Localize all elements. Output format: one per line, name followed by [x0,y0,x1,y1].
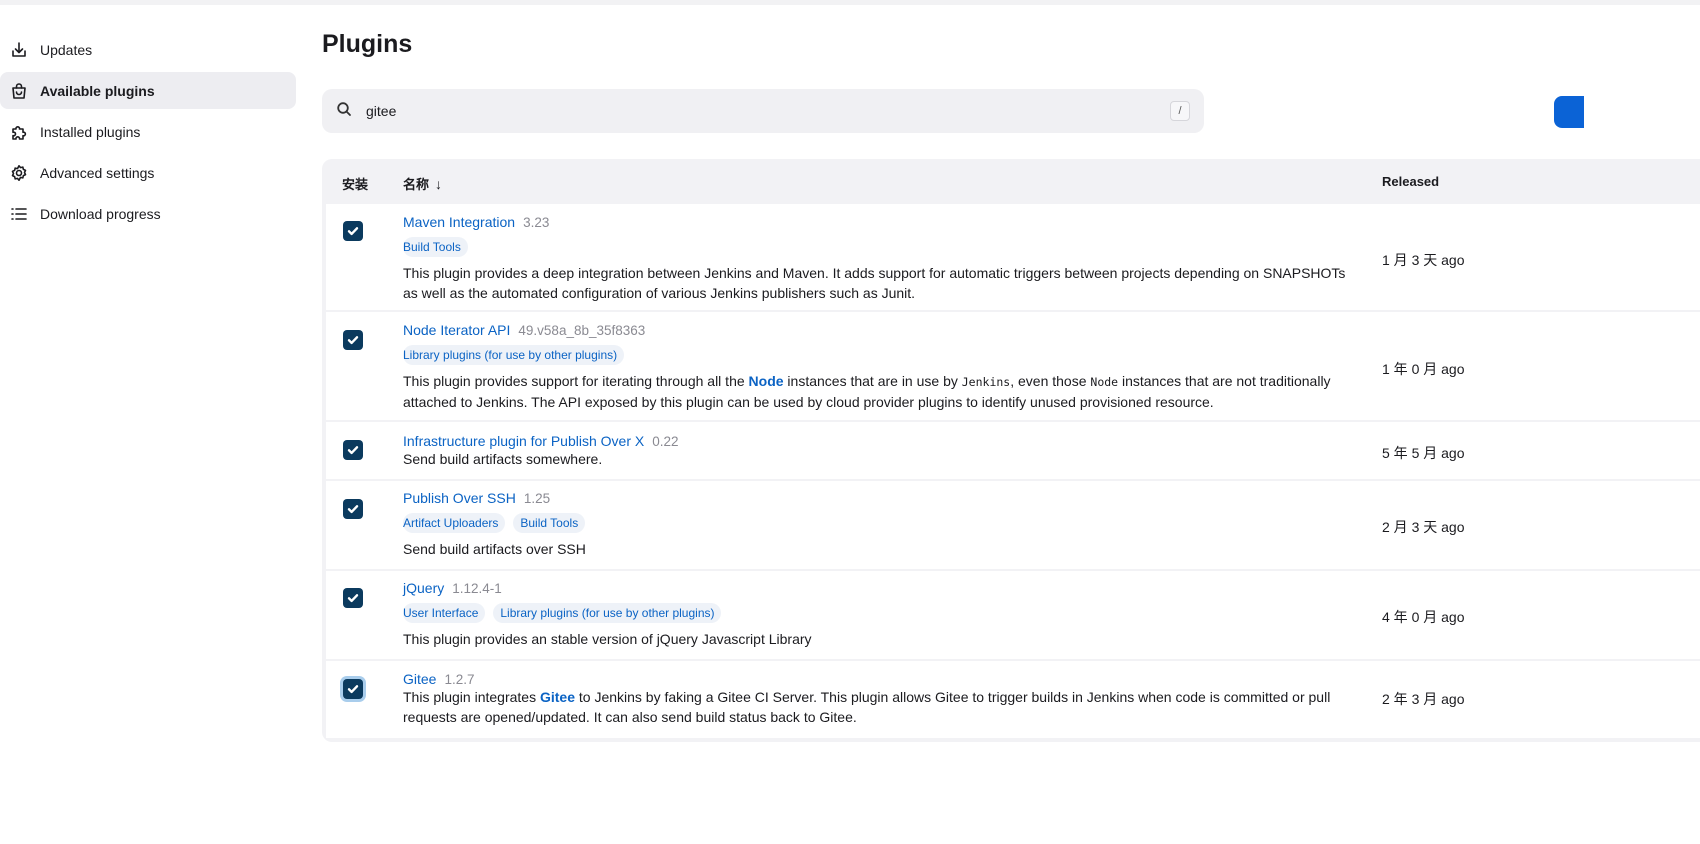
plugin-tag[interactable]: Library plugins (for use by other plugin… [493,603,722,623]
puzzle-icon [10,123,28,141]
plugin-info: Node Iterator API 49.v58a_8b_35f8363 Lib… [403,322,1353,412]
column-header-install: 安装 [342,177,369,192]
table-row: Infrastructure plugin for Publish Over X… [326,422,1700,481]
plugin-version: 49.v58a_8b_35f8363 [518,323,646,338]
sidebar-item-updates[interactable]: Updates [0,31,296,68]
plugin-version: 1.25 [523,491,551,506]
plugin-info: jQuery 1.12.4-1 User Interface Library p… [403,580,1353,649]
plugin-version: 1.2.7 [444,672,475,687]
sidebar-item-advanced-settings[interactable]: Advanced settings [0,154,296,191]
check-icon [347,336,359,345]
gitee-link[interactable]: Gitee [540,689,575,705]
sidebar: Updates Available plugins Installed plug… [0,31,296,236]
released-time: 5 年 5 月 ago [1382,445,1465,461]
shopping-bag-icon [10,82,28,100]
keyboard-shortcut-hint: / [1170,101,1190,121]
plugin-name-link[interactable]: jQuery [403,580,444,596]
plugin-name-link[interactable]: Publish Over SSH [403,490,516,506]
install-checkbox[interactable] [343,221,363,241]
download-icon [10,41,28,59]
sidebar-item-label: Installed plugins [40,123,141,140]
table-header: 安装 名称 ↓ Released [326,159,1700,204]
plugin-tag[interactable]: Library plugins (for use by other plugin… [403,345,625,365]
sidebar-item-installed-plugins[interactable]: Installed plugins [0,113,296,150]
released-time: 2 年 3 月 ago [1382,691,1465,707]
plugin-tag[interactable]: User Interface [403,603,486,623]
plugin-description: This plugin provides an stable version o… [403,631,812,647]
install-checkbox[interactable] [343,499,363,519]
plugin-version: 1.12.4-1 [452,581,502,596]
sidebar-item-download-progress[interactable]: Download progress [0,195,296,232]
check-icon [347,685,359,694]
list-icon [10,205,28,223]
search-icon [336,101,352,122]
plugin-info: Gitee 1.2.7 This plugin integrates Gitee… [403,671,1353,727]
plugin-tag[interactable]: Build Tools [513,513,586,533]
sidebar-item-label: Available plugins [40,82,155,99]
released-time: 1 月 3 天 ago [1382,252,1465,268]
plugin-version: 0.22 [652,434,679,449]
sidebar-item-available-plugins[interactable]: Available plugins [0,72,296,109]
plugin-tag[interactable]: Build Tools [403,237,468,257]
top-bar [0,0,1700,5]
plugin-info: Infrastructure plugin for Publish Over X… [403,433,1353,469]
page-title: Plugins [322,30,413,58]
plugin-description: This plugin provides support for iterati… [403,373,1331,410]
sidebar-item-label: Updates [40,41,93,58]
sort-arrow-icon: ↓ [435,175,443,192]
released-time: 1 年 0 月 ago [1382,361,1465,377]
node-link[interactable]: Node [749,373,784,389]
plugin-name-link[interactable]: Gitee [403,671,436,687]
plugin-description: Send build artifacts over SSH [403,541,586,557]
plugins-table: 安装 名称 ↓ Released Maven Integration 3.23 … [322,159,1700,742]
check-icon [347,505,359,514]
install-checkbox[interactable] [343,588,363,608]
column-header-name-label: 名称 [403,177,430,192]
plugin-info: Publish Over SSH 1.25 Artifact Uploaders… [403,490,1353,559]
plugin-version: 3.23 [523,215,550,230]
gear-icon [10,164,28,182]
table-row: Gitee 1.2.7 This plugin integrates Gitee… [326,661,1700,738]
install-checkbox[interactable] [343,679,363,699]
check-icon [347,594,359,603]
plugin-description: This plugin provides a deep integration … [403,265,1346,301]
plugin-name-link[interactable]: Infrastructure plugin for Publish Over X [403,433,644,449]
table-row: jQuery 1.12.4-1 User Interface Library p… [326,571,1700,661]
search-input[interactable] [366,103,1170,119]
install-checkbox[interactable] [343,330,363,350]
table-row: Node Iterator API 49.v58a_8b_35f8363 Lib… [326,312,1700,422]
check-icon [347,446,359,455]
table-row: Maven Integration 3.23 Build Tools This … [326,204,1700,312]
plugin-description: This plugin integrates Gitee to Jenkins … [403,689,1331,725]
sidebar-item-label: Download progress [40,205,161,222]
plugin-description: Send build artifacts somewhere. [403,451,603,467]
install-button[interactable] [1554,96,1584,128]
install-checkbox[interactable] [343,440,363,460]
check-icon [347,227,359,236]
sidebar-item-label: Advanced settings [40,164,155,181]
column-header-released[interactable]: Released [1382,174,1439,189]
plugin-name-link[interactable]: Node Iterator API [403,322,510,338]
released-time: 4 年 0 月 ago [1382,609,1465,625]
column-header-name[interactable]: 名称 ↓ [403,174,442,193]
table-row: Publish Over SSH 1.25 Artifact Uploaders… [326,481,1700,571]
plugin-info: Maven Integration 3.23 Build Tools This … [403,214,1353,303]
search-bar[interactable]: / [322,89,1204,133]
released-time: 2 月 3 天 ago [1382,519,1465,535]
plugin-name-link[interactable]: Maven Integration [403,214,515,230]
plugin-tag[interactable]: Artifact Uploaders [403,513,506,533]
